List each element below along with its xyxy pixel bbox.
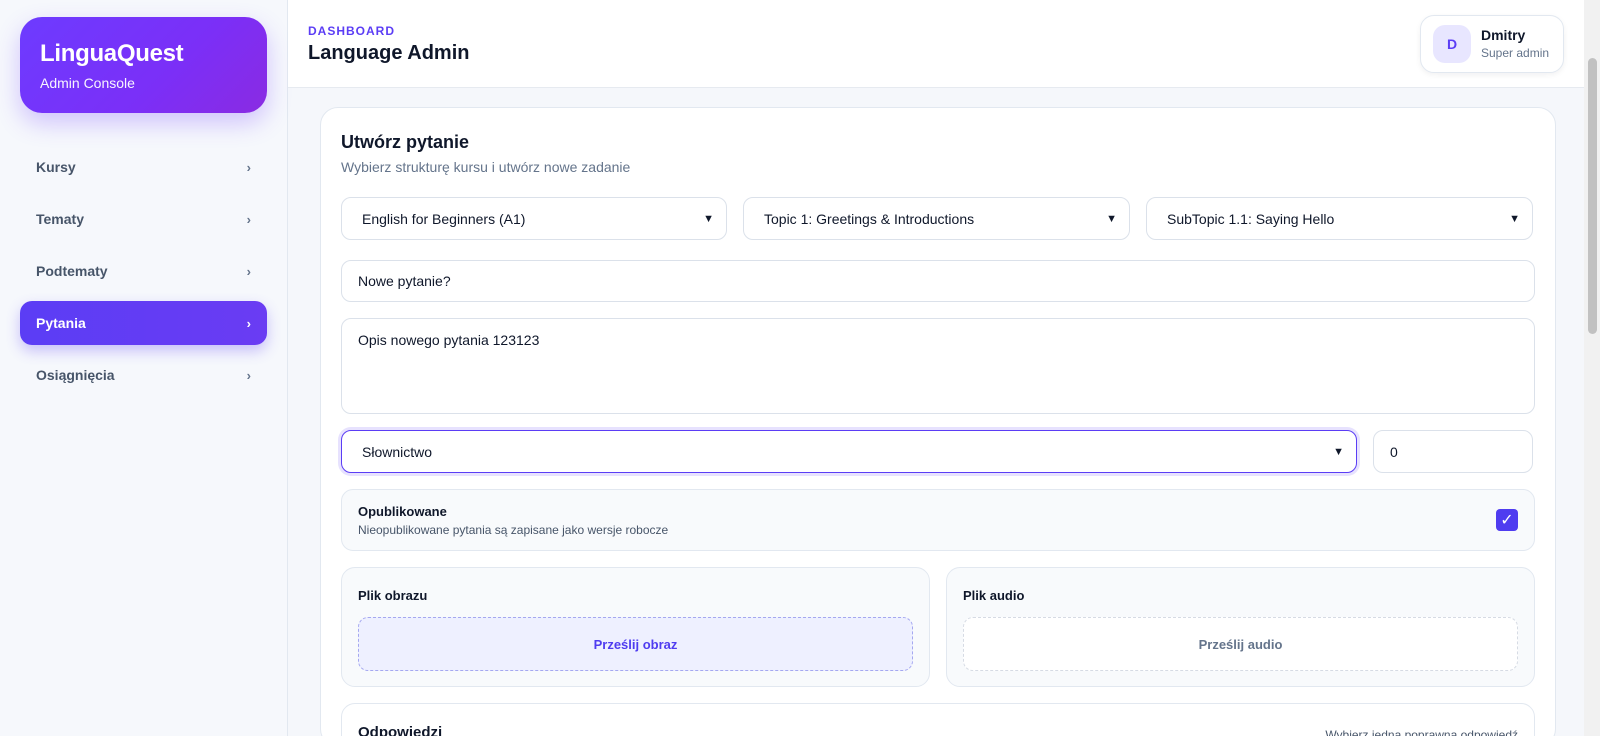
chevron-down-icon: ▼ (1333, 445, 1344, 458)
structure-selects: English for Beginners (A1) ▼ Topic 1: Gr… (341, 197, 1535, 240)
upload-image-button[interactable]: Prześlij obraz (358, 617, 913, 671)
app-root: LinguaQuest Admin Console Kursy › Tematy… (0, 0, 1600, 736)
chevron-down-icon: ▼ (1106, 212, 1117, 225)
sidebar: LinguaQuest Admin Console Kursy › Tematy… (0, 0, 288, 736)
sidebar-item-podtematy[interactable]: Podtematy › (20, 249, 267, 293)
published-label: Opublikowane (358, 503, 447, 519)
breadcrumb: DASHBOARD (308, 24, 395, 38)
sidebar-item-tematy[interactable]: Tematy › (20, 197, 267, 241)
sidebar-item-pytania[interactable]: Pytania › (20, 301, 267, 345)
user-menu[interactable]: D Dmitry Super admin (1420, 14, 1564, 73)
sidebar-item-osiagniecia[interactable]: Osiągnięcia › (20, 353, 267, 397)
subtopic-select[interactable]: SubTopic 1.1: Saying Hello ▼ (1146, 197, 1533, 240)
image-upload-label: Plik obrazu (358, 588, 428, 603)
chevron-right-icon: › (246, 367, 251, 383)
answers-title: Odpowiedzi (358, 724, 443, 736)
main-area: DASHBOARD Language Admin D Dmitry Super … (288, 0, 1600, 736)
sidebar-item-label: Podtematy (36, 263, 108, 279)
answers-hint: Wybierz jedną poprawną odpowiedź (1325, 728, 1518, 736)
published-hint: Nieopublikowane pytania są zapisane jako… (358, 522, 669, 537)
audio-upload-label: Plik audio (963, 588, 1025, 603)
content: Utwórz pytanie Wybierz strukturę kursu i… (288, 88, 1600, 736)
avatar: D (1433, 24, 1471, 63)
brand-subtitle: Admin Console (40, 75, 135, 91)
user-role: Super admin (1481, 46, 1550, 60)
topic-select-value: Topic 1: Greetings & Introductions (764, 210, 975, 227)
answers-section: Odpowiedzi Wybierz jedną poprawną odpowi… (341, 703, 1535, 736)
sidebar-nav: Kursy › Tematy › Podtematy › Pytania › O… (20, 145, 267, 397)
topbar: DASHBOARD Language Admin D Dmitry Super … (288, 0, 1600, 88)
page-scrollbar[interactable] (1584, 0, 1600, 736)
subtopic-select-value: SubTopic 1.1: Saying Hello (1167, 210, 1335, 227)
sidebar-item-label: Pytania (36, 315, 86, 331)
course-select-value: English for Beginners (A1) (362, 210, 526, 227)
question-description-textarea[interactable]: Opis nowego pytania 123123 (341, 318, 1535, 414)
uploads-row: Plik obrazu Prześlij obraz Plik audio Pr… (341, 567, 1535, 687)
topic-select[interactable]: Topic 1: Greetings & Introductions ▼ (743, 197, 1130, 240)
chevron-down-icon: ▼ (703, 212, 714, 225)
sidebar-item-label: Osiągnięcia (36, 367, 115, 383)
order-input[interactable]: 0 (1373, 430, 1533, 473)
published-text: Opublikowane Nieopublikowane pytania są … (358, 504, 668, 537)
audio-upload-panel: Plik audio Prześlij audio (946, 567, 1535, 687)
user-info: Dmitry Super admin (1481, 27, 1549, 60)
sidebar-item-label: Tematy (36, 211, 84, 227)
form-title: Utwórz pytanie (341, 132, 470, 152)
header-titles: DASHBOARD Language Admin (308, 22, 469, 65)
page-title: Language Admin (308, 42, 470, 64)
question-title-input[interactable]: Nowe pytanie? (341, 260, 1535, 302)
course-select[interactable]: English for Beginners (A1) ▼ (341, 197, 727, 240)
create-question-card: Utwórz pytanie Wybierz strukturę kursu i… (320, 107, 1556, 736)
checkmark-icon: ✓ (1500, 512, 1514, 529)
published-toggle-row: Opublikowane Nieopublikowane pytania są … (341, 489, 1535, 551)
brand-card: LinguaQuest Admin Console (20, 17, 267, 113)
scrollbar-thumb[interactable] (1588, 58, 1597, 334)
chevron-right-icon: › (246, 159, 251, 175)
image-upload-panel: Plik obrazu Prześlij obraz (341, 567, 930, 687)
form-subtitle: Wybierz strukturę kursu i utwórz nowe za… (341, 159, 631, 175)
chevron-down-icon: ▼ (1509, 212, 1520, 225)
sidebar-item-label: Kursy (36, 159, 76, 175)
chevron-right-icon: › (246, 263, 251, 279)
upload-audio-button[interactable]: Prześlij audio (963, 617, 1518, 671)
chevron-right-icon: › (246, 315, 251, 331)
chevron-right-icon: › (246, 211, 251, 227)
published-checkbox[interactable]: ✓ (1496, 509, 1518, 531)
brand-title: LinguaQuest (40, 40, 184, 67)
user-name: Dmitry (1481, 27, 1526, 43)
type-order-row: Słownictwo ▼ 0 (341, 430, 1535, 473)
question-type-value: Słownictwo (362, 443, 433, 460)
question-type-select[interactable]: Słownictwo ▼ (341, 430, 1357, 473)
sidebar-item-kursy[interactable]: Kursy › (20, 145, 267, 189)
